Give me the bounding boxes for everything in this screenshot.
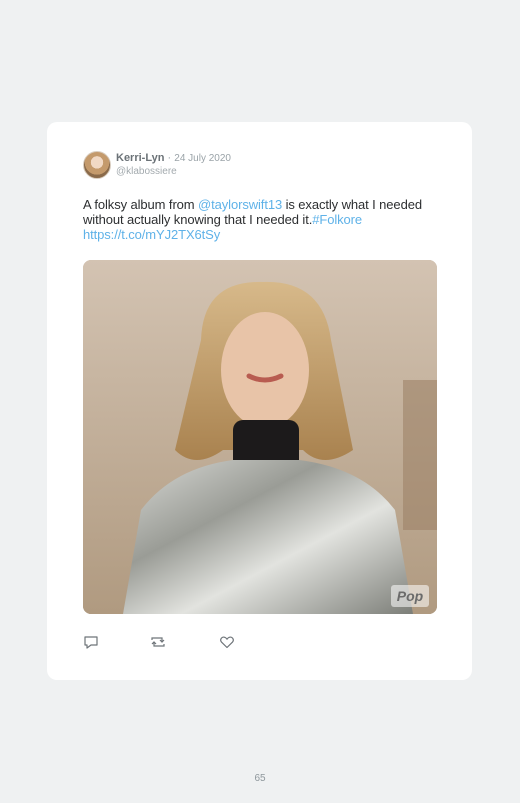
tweet-media-gif[interactable]: Pop bbox=[83, 260, 437, 614]
hashtag-link[interactable]: #Folkore bbox=[312, 212, 362, 227]
url-link[interactable]: https://t.co/mYJ2TX6tSy bbox=[83, 227, 220, 242]
tweet-text-part1: A folksy album from bbox=[83, 197, 199, 212]
page-number: 65 bbox=[254, 773, 266, 784]
tweet-date[interactable]: 24 July 2020 bbox=[174, 153, 231, 164]
retweet-icon[interactable] bbox=[149, 634, 167, 652]
author-separator: · bbox=[164, 152, 175, 164]
tweet-card: Kerri-Lyn · 24 July 2020 @klabossiere A … bbox=[47, 122, 472, 680]
media-watermark: Pop bbox=[397, 588, 424, 604]
heart-icon[interactable] bbox=[219, 634, 237, 652]
author-handle[interactable]: @klabossiere bbox=[116, 166, 177, 177]
tweet-text: A folksy album from @taylorswift13 is ex… bbox=[83, 197, 453, 242]
author-line: Kerri-Lyn · 24 July 2020 bbox=[116, 152, 231, 165]
media-illustration: Pop bbox=[83, 260, 437, 614]
reply-icon[interactable] bbox=[83, 634, 101, 652]
avatar[interactable] bbox=[83, 151, 111, 179]
author-name[interactable]: Kerri-Lyn bbox=[116, 152, 165, 164]
mention-link[interactable]: @taylorswift13 bbox=[198, 197, 282, 212]
